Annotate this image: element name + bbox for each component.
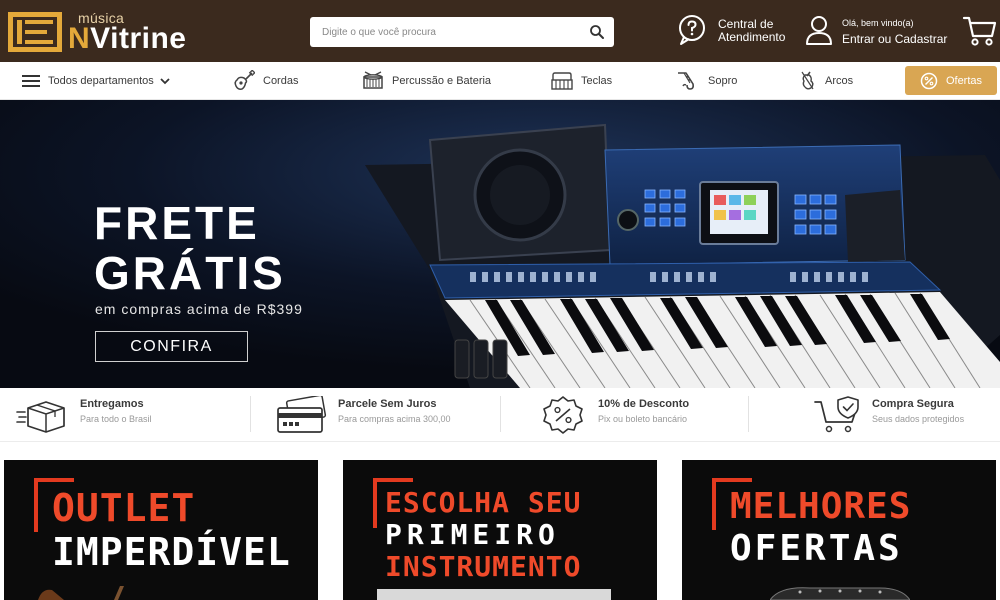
instrument-image-partial xyxy=(38,586,124,600)
nav-item-sopro[interactable]: Sopro xyxy=(676,62,737,100)
benefit-delivery-subtitle: Para todo o Brasil xyxy=(80,414,152,424)
chat-help-icon xyxy=(679,15,705,45)
hero-subtitle: em compras acima de R$399 xyxy=(95,301,303,317)
benefit-divider xyxy=(748,396,749,432)
nav-item-percussao-label: Percussão e Bateria xyxy=(392,75,492,87)
hero-banner[interactable]: FRETE GRÁTIS em compras acima de R$399 C… xyxy=(0,100,1000,388)
category-nav: Todos departamentos Cordas Percussão e B… xyxy=(0,62,1000,100)
chevron-down-icon xyxy=(160,78,170,85)
hero-title: FRETE GRÁTIS xyxy=(94,198,286,298)
account-greeting: Olá, bem vindo(a) xyxy=(842,18,914,28)
guitar-icon xyxy=(234,70,255,90)
keyboard-icon xyxy=(551,72,573,90)
nav-item-teclas-label: Teclas xyxy=(581,75,613,87)
hero-title-line2: GRÁTIS xyxy=(94,247,286,299)
promo-first-line2: PRIMEIRO xyxy=(385,518,560,551)
benefit-installments-title: Parcele Sem Juros xyxy=(338,398,437,410)
nav-all-departments-label: Todos departamentos xyxy=(48,75,154,87)
benefit-secure-subtitle: Seus dados protegidos xyxy=(872,414,965,424)
search-input[interactable] xyxy=(310,17,580,47)
cart-icon[interactable] xyxy=(962,14,998,48)
logo-initial: N xyxy=(68,22,91,55)
credit-card-icon xyxy=(277,396,327,433)
promo-product-image-partial xyxy=(770,587,910,600)
benefit-delivery: Entregamos Para todo o Brasil xyxy=(16,396,246,436)
logo-mark-icon xyxy=(8,12,62,52)
search-icon[interactable] xyxy=(588,23,606,41)
hamburger-icon xyxy=(22,75,40,87)
hero-title-line1: FRETE xyxy=(94,197,260,249)
benefit-installments-subtitle: Para compras acima 300,00 xyxy=(338,414,451,424)
benefit-delivery-title: Entregamos xyxy=(80,398,144,410)
benefit-discount-subtitle: Pix ou boleto bancário xyxy=(598,414,688,424)
customer-service-link[interactable]: Central de Atendimento xyxy=(676,14,800,50)
secure-cart-icon xyxy=(814,396,859,433)
promo-offers-line2: OFERTAS xyxy=(730,528,903,569)
promo-offers-line1: MELHORES xyxy=(730,486,912,527)
offers-label: Ofertas xyxy=(945,74,983,87)
logo-wordmark: NVitrine xyxy=(68,22,186,56)
benefits-strip: Entregamos Para todo o Brasil Parcele Se… xyxy=(0,388,1000,442)
user-icon xyxy=(806,16,832,45)
benefit-secure-title: Compra Segura xyxy=(872,398,954,410)
nav-item-arcos-label: Arcos xyxy=(825,75,854,87)
percent-badge-icon xyxy=(543,396,583,434)
drum-icon xyxy=(363,71,383,89)
benefit-divider xyxy=(500,396,501,432)
benefit-discount: 10% de Desconto Pix ou boleto bancário xyxy=(540,396,740,436)
site-header: música NVitrine Central de Atendimento O… xyxy=(0,0,1000,62)
promo-card-first-instrument[interactable]: ESCOLHA SEU PRIMEIRO INSTRUMENTO xyxy=(343,460,657,600)
logo-name: Vitrine xyxy=(90,22,187,55)
promo-outlet-line2: IMPERDÍVEL xyxy=(52,530,291,574)
account-area[interactable]: Olá, bem vindo(a) Entrar ou Cadastrar xyxy=(804,14,956,50)
delivery-box-icon xyxy=(16,401,65,433)
promo-outlet-line1: OUTLET xyxy=(52,486,196,530)
benefit-divider xyxy=(250,396,251,432)
nav-item-sopro-label: Sopro xyxy=(708,75,738,87)
hero-cta-button[interactable]: CONFIRA xyxy=(95,331,248,362)
nav-item-cordas-label: Cordas xyxy=(263,75,299,87)
benefit-installments: Parcele Sem Juros Para compras acima 300… xyxy=(276,396,496,436)
benefit-discount-title: 10% de Desconto xyxy=(598,398,690,410)
violin-icon xyxy=(801,71,814,90)
nav-item-teclas[interactable]: Teclas xyxy=(551,62,612,100)
promo-first-line1: ESCOLHA SEU xyxy=(385,486,582,519)
nav-item-arcos[interactable]: Arcos xyxy=(799,62,853,100)
customer-service-label: Central de Atendimento xyxy=(718,18,785,44)
offers-button[interactable]: Ofertas xyxy=(905,66,997,95)
nav-all-departments[interactable]: Todos departamentos xyxy=(22,62,170,100)
customer-service-line2: Atendimento xyxy=(718,30,786,44)
promo-first-line3: INSTRUMENTO xyxy=(385,550,582,583)
search-bar xyxy=(310,17,614,47)
store-logo[interactable]: música NVitrine xyxy=(8,8,240,56)
percent-badge-icon xyxy=(920,72,938,89)
promo-product-image-partial xyxy=(377,589,611,600)
login-register-link[interactable]: Entrar ou Cadastrar xyxy=(842,32,947,46)
saxophone-icon xyxy=(678,72,694,90)
nav-item-cordas[interactable]: Cordas xyxy=(233,62,298,100)
nav-item-percussao[interactable]: Percussão e Bateria xyxy=(362,62,491,100)
promo-card-best-offers[interactable]: MELHORES OFERTAS xyxy=(682,460,996,600)
promo-card-outlet[interactable]: OUTLET IMPERDÍVEL xyxy=(4,460,318,600)
benefit-secure: Compra Segura Seus dados protegidos xyxy=(814,396,998,436)
